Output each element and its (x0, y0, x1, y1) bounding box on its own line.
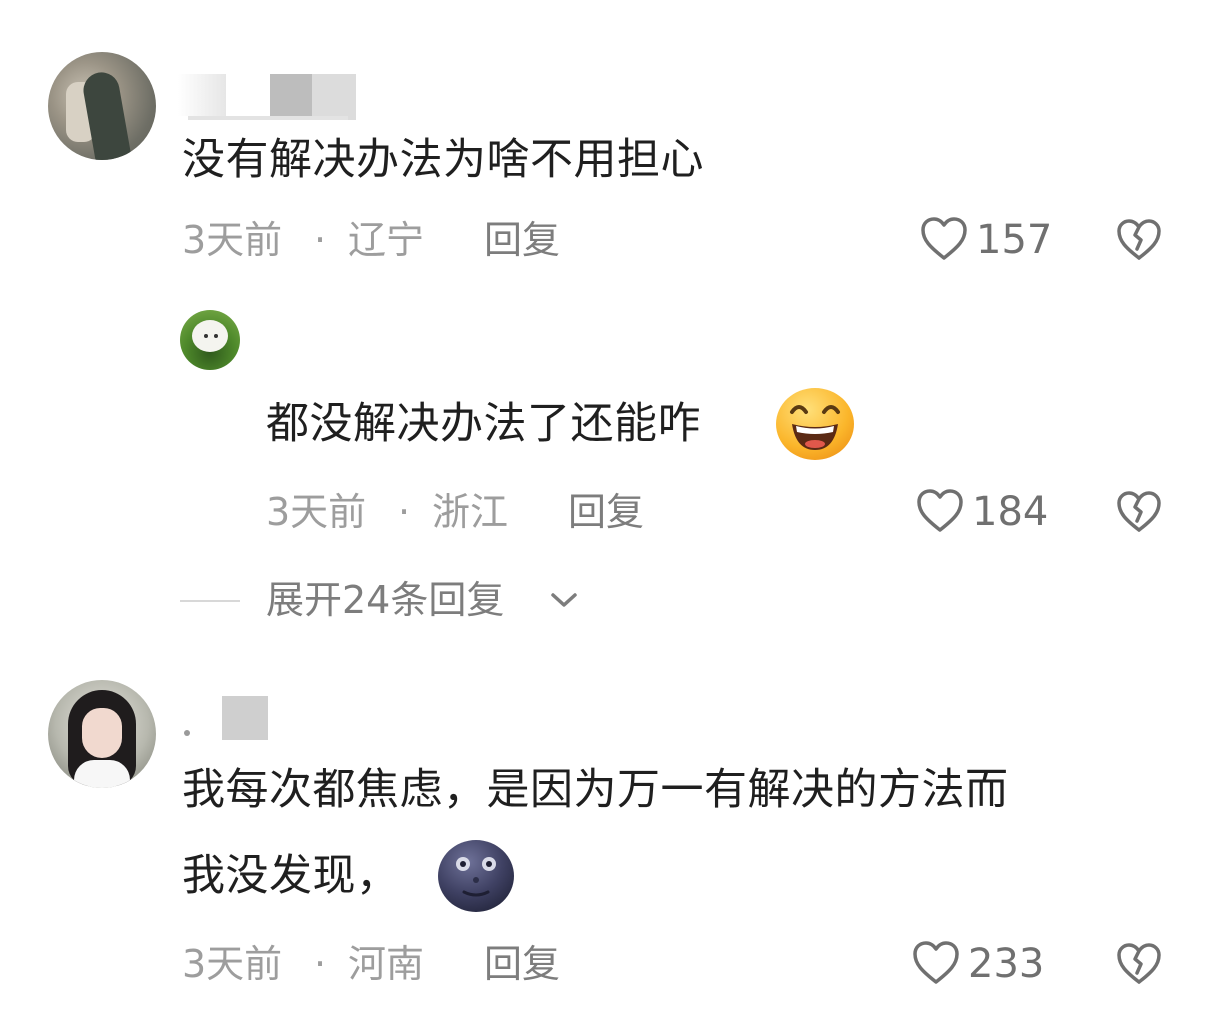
comment-text-line-1: 我每次都焦虑，是因为万一有解决的方法而 (182, 765, 1009, 815)
like-count: 233 (968, 941, 1045, 987)
reply-button[interactable]: 回复 (568, 490, 644, 534)
avatar[interactable] (48, 52, 156, 160)
comment-time: 3天前 (182, 942, 283, 986)
heart-outline-icon[interactable] (920, 216, 968, 262)
comment-text-line-2: 我没发现， (182, 851, 400, 901)
chevron-down-icon[interactable] (548, 588, 580, 612)
broken-heart-icon[interactable] (1116, 942, 1162, 986)
expand-replies-button[interactable]: 展开24条回复 (266, 578, 504, 622)
broken-heart-icon[interactable] (1116, 490, 1162, 534)
reply-button[interactable]: 回复 (484, 218, 560, 262)
reply-button[interactable]: 回复 (484, 942, 560, 986)
like-count: 157 (976, 217, 1053, 263)
comment-time: 3天前 (266, 490, 367, 534)
username-redacted (184, 696, 268, 742)
comment-location: 辽宁 (348, 218, 425, 262)
broken-heart-icon[interactable] (1116, 218, 1162, 262)
username-redacted (178, 74, 356, 120)
heart-outline-icon[interactable] (912, 940, 960, 986)
like-count: 184 (972, 489, 1049, 535)
comment-time: 3天前 (182, 218, 283, 262)
expand-divider (180, 600, 240, 602)
grinning-emoji (774, 386, 856, 462)
comment-location: 河南 (348, 942, 425, 986)
comment-text: 都没解决办法了还能咋 (266, 399, 701, 449)
heart-outline-icon[interactable] (916, 488, 964, 534)
comment-location: 浙江 (432, 490, 509, 534)
meta-separator: · (314, 942, 327, 986)
comment-text: 没有解决办法为啥不用担心 (182, 135, 704, 185)
avatar[interactable] (48, 680, 156, 788)
avatar[interactable] (180, 310, 240, 370)
meta-separator: · (314, 218, 327, 262)
new-moon-face-emoji (436, 838, 516, 914)
meta-separator: · (398, 490, 411, 534)
